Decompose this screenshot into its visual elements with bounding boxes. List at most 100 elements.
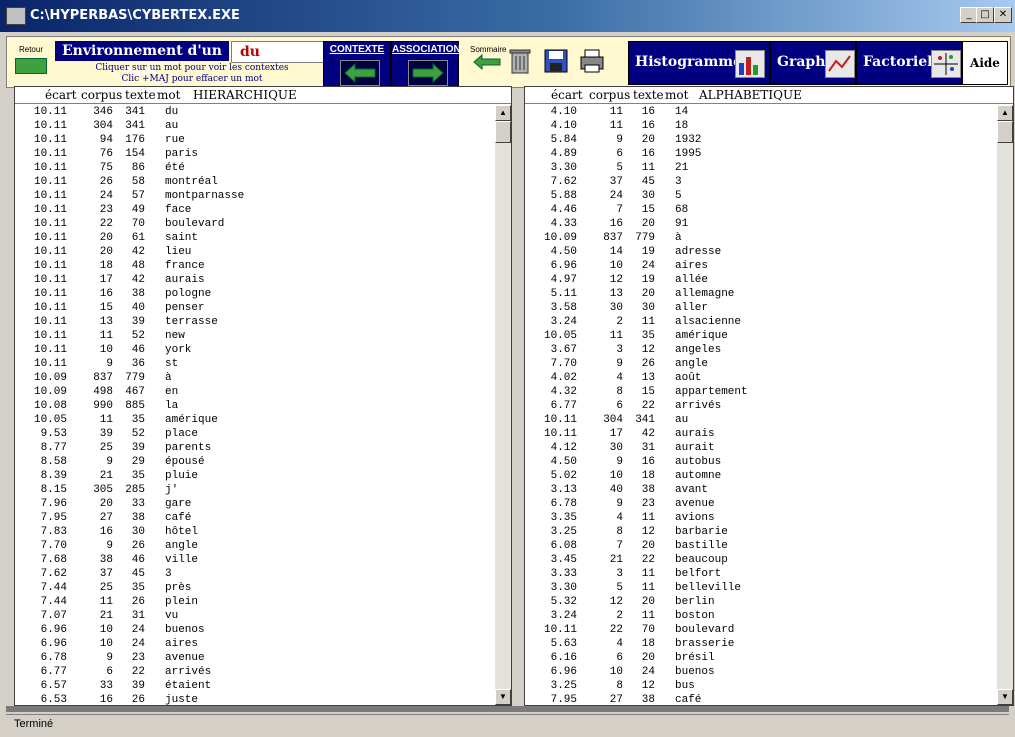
cell-mot[interactable]: face [165,203,191,217]
list-item[interactable]: 7.44 11 26 plein [15,595,494,609]
list-item[interactable]: 6.57 33 39 étaient [15,679,494,693]
cell-mot[interactable]: amérique [165,413,218,427]
cell-mot[interactable]: parents [165,441,211,455]
scroll-down-button[interactable]: ▼ [495,689,511,705]
cell-mot[interactable]: aller [675,301,708,315]
list-item[interactable]: 7.62 37 45 3 [525,175,996,189]
list-item[interactable]: 10.11 16 38 pologne [15,287,494,301]
list-item[interactable]: 10.11 94 176 rue [15,133,494,147]
cell-mot[interactable]: arrivés [165,665,211,679]
list-item[interactable]: 7.95 27 38 café [15,511,494,525]
cell-mot[interactable]: gare [165,497,191,511]
list-item[interactable]: 3.45 21 22 beaucoup [525,553,996,567]
list-item[interactable]: 10.11 10 46 york [15,343,494,357]
cell-mot[interactable]: brésil [675,651,715,665]
list-item[interactable]: 4.32 8 15 appartement [525,385,996,399]
list-item[interactable]: 4.02 4 13 août [525,371,996,385]
scroll-up-button[interactable]: ▲ [495,105,511,121]
cell-mot[interactable]: avenue [675,497,715,511]
cell-mot[interactable]: 3 [165,567,172,581]
aide-button[interactable]: Aide [962,41,1008,85]
list-item[interactable]: 6.78 9 23 avenue [15,651,494,665]
list-item[interactable]: 3.33 3 11 belfort [525,567,996,581]
list-item[interactable]: 10.11 346 341 du [15,105,494,119]
list-item[interactable]: 7.96 20 33 gare [15,497,494,511]
trash-icon[interactable] [507,47,533,75]
cell-mot[interactable]: place [165,427,198,441]
list-item[interactable]: 10.09 498 467 en [15,385,494,399]
cell-mot[interactable]: aurait [675,441,715,455]
list-item[interactable]: 10.05 11 35 amérique [15,413,494,427]
cell-mot[interactable]: berlin [675,595,715,609]
cell-mot[interactable]: montréal [165,175,218,189]
cell-mot[interactable]: brasserie [675,637,734,651]
app-icon[interactable] [6,7,26,25]
cell-mot[interactable]: allemagne [675,287,734,301]
list-item[interactable]: 6.96 10 24 buenos [15,623,494,637]
list-item[interactable]: 10.11 20 61 saint [15,231,494,245]
list-item[interactable]: 10.11 22 70 boulevard [15,217,494,231]
list-item[interactable]: 8.58 9 29 épousé [15,455,494,469]
histogramme-button[interactable]: Histogramme [628,41,770,85]
cell-mot[interactable]: pologne [165,287,211,301]
list-item[interactable]: 3.25 8 12 barbarie [525,525,996,539]
list-item[interactable]: 10.11 11 52 new [15,329,494,343]
cell-mot[interactable]: buenos [675,665,715,679]
list-item[interactable]: 10.11 13 39 terrasse [15,315,494,329]
list-item[interactable]: 4.50 14 19 adresse [525,245,996,259]
list-item[interactable]: 10.09 837 779 à [525,231,996,245]
cell-mot[interactable]: allée [675,273,708,287]
retour-button[interactable]: Retour [13,45,49,85]
save-icon[interactable] [543,47,569,75]
cell-mot[interactable]: 3 [675,175,682,189]
cell-mot[interactable]: étaient [165,679,211,693]
cell-mot[interactable]: ville [165,553,198,567]
cell-mot[interactable]: 14 [675,105,688,119]
list-item[interactable]: 10.11 75 86 été [15,161,494,175]
cell-mot[interactable]: aurais [675,427,715,441]
list-item[interactable]: 3.30 5 11 21 [525,161,996,175]
list-item[interactable]: 5.32 12 20 berlin [525,595,996,609]
list-item[interactable]: 10.08 990 885 la [15,399,494,413]
cell-mot[interactable]: la [165,399,178,413]
cell-mot[interactable]: près [165,581,191,595]
list-item[interactable]: 5.88 24 30 5 [525,189,996,203]
cell-mot[interactable]: saint [165,231,198,245]
cell-mot[interactable]: août [675,371,701,385]
list-item[interactable]: 7.70 9 26 angle [525,357,996,371]
cell-mot[interactable]: à [675,231,682,245]
list-item[interactable]: 7.70 9 26 angle [15,539,494,553]
list-item[interactable]: 5.63 4 18 brasserie [525,637,996,651]
list-item[interactable]: 10.09 837 779 à [15,371,494,385]
cell-mot[interactable]: autobus [675,455,721,469]
list-item[interactable]: 6.78 9 23 avenue [525,497,996,511]
list-item[interactable]: 8.15 305 285 j' [15,483,494,497]
cell-mot[interactable]: 1932 [675,133,701,147]
list-item[interactable]: 10.11 15 40 penser [15,301,494,315]
cell-mot[interactable]: avions [675,511,715,525]
list-item[interactable]: 6.77 6 22 arrivés [525,399,996,413]
cell-mot[interactable]: belleville [675,581,741,595]
cell-mot[interactable]: boston [675,609,715,623]
maximize-button[interactable]: □ [976,7,994,23]
list-item[interactable]: 4.97 12 19 allée [525,273,996,287]
cell-mot[interactable]: au [675,413,688,427]
list-item[interactable]: 10.11 76 154 paris [15,147,494,161]
scroll-up-button[interactable]: ▲ [997,105,1013,121]
cell-mot[interactable]: bus [675,679,695,693]
list-item[interactable]: 10.11 22 70 boulevard [525,623,996,637]
list-item[interactable]: 3.25 8 12 bus [525,679,996,693]
list-item[interactable]: 3.67 3 12 angeles [525,343,996,357]
contexte-button[interactable]: CONTEXTE [323,41,391,89]
list-item[interactable]: 3.35 4 11 avions [525,511,996,525]
cell-mot[interactable]: terrasse [165,315,218,329]
cell-mot[interactable]: été [165,161,185,175]
list-item[interactable]: 10.11 26 58 montréal [15,175,494,189]
list-item[interactable]: 3.13 40 38 avant [525,483,996,497]
list-item[interactable]: 10.11 304 341 au [525,413,996,427]
scroll-down-button[interactable]: ▼ [997,689,1013,705]
left-scrollbar[interactable]: ▲ ▼ [495,105,511,705]
cell-mot[interactable]: rue [165,133,185,147]
cell-mot[interactable]: 21 [675,161,688,175]
cell-mot[interactable]: buenos [165,623,205,637]
